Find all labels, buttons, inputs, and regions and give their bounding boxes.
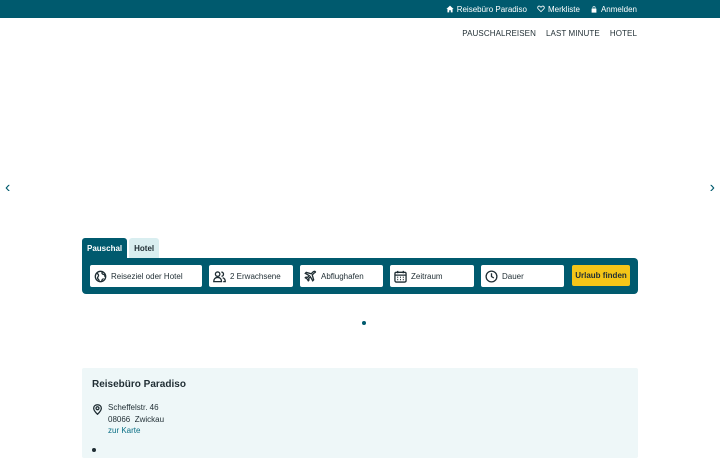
hero-slider: ‹ › <box>0 48 720 338</box>
top-bar: Reisebüro Paradiso Merkliste Anmelden <box>0 0 720 18</box>
tab-hotel[interactable]: Hotel <box>129 238 160 258</box>
search-tabs: Pauschal Hotel <box>82 238 160 258</box>
destination-placeholder: Reiseziel oder Hotel <box>111 271 183 281</box>
travelers-value: 2 Erwachsene <box>230 271 281 281</box>
lock-icon <box>591 5 597 13</box>
airport-field[interactable]: Abflughafen <box>300 265 383 287</box>
globe-icon <box>94 270 107 282</box>
agency-address: Scheffelstr. 46 08066 Zwickau <box>108 402 164 426</box>
map-pin-icon <box>92 402 103 416</box>
map-link[interactable]: zur Karte <box>108 426 140 435</box>
airplane-icon <box>304 270 317 282</box>
search-submit-button[interactable]: Urlaub finden <box>572 265 630 286</box>
nav-item-hotel[interactable]: HOTEL <box>610 29 637 38</box>
chevron-right-icon[interactable]: › <box>710 180 715 196</box>
agency-link-label: Reisebüro Paradiso <box>456 4 527 14</box>
nav-item-last-minute[interactable]: LAST MINUTE <box>546 29 600 38</box>
period-placeholder: Zeitraum <box>411 271 443 281</box>
tab-pauschal[interactable]: Pauschal <box>82 238 128 258</box>
list-bullet <box>92 448 96 452</box>
duration-placeholder: Dauer <box>502 271 524 281</box>
wishlist-link-label: Merkliste <box>547 4 580 14</box>
agency-card: Reisebüro Paradiso Scheffelstr. 46 08066… <box>82 368 638 458</box>
clock-icon <box>485 269 498 283</box>
agency-link[interactable]: Reisebüro Paradiso <box>446 5 527 14</box>
nav-item-pauschalreisen[interactable]: PAUSCHALREISEN <box>462 29 536 38</box>
calendar-icon <box>394 270 407 283</box>
slider-pagination-dot[interactable] <box>362 321 366 325</box>
login-link-label: Anmelden <box>600 4 637 14</box>
users-icon <box>213 270 226 282</box>
home-icon <box>446 5 454 13</box>
travelers-field[interactable]: 2 Erwachsene <box>209 265 293 287</box>
airport-placeholder: Abflughafen <box>321 271 364 281</box>
wishlist-link[interactable]: Merkliste <box>537 5 580 14</box>
agency-title: Reisebüro Paradiso <box>92 379 186 390</box>
chevron-left-icon[interactable]: ‹ <box>5 180 10 196</box>
period-field[interactable]: Zeitraum <box>390 265 474 287</box>
agency-city: 08066 Zwickau <box>108 415 165 424</box>
heart-icon <box>537 5 545 13</box>
agency-street: Scheffelstr. 46 <box>108 403 159 412</box>
duration-field[interactable]: Dauer <box>481 265 564 287</box>
main-navigation: PAUSCHALREISEN LAST MINUTE HOTEL <box>0 18 720 48</box>
search-form: Reiseziel oder Hotel 2 Erwachsene Abflug… <box>82 258 638 294</box>
destination-field[interactable]: Reiseziel oder Hotel <box>90 265 202 287</box>
login-link[interactable]: Anmelden <box>590 5 637 14</box>
